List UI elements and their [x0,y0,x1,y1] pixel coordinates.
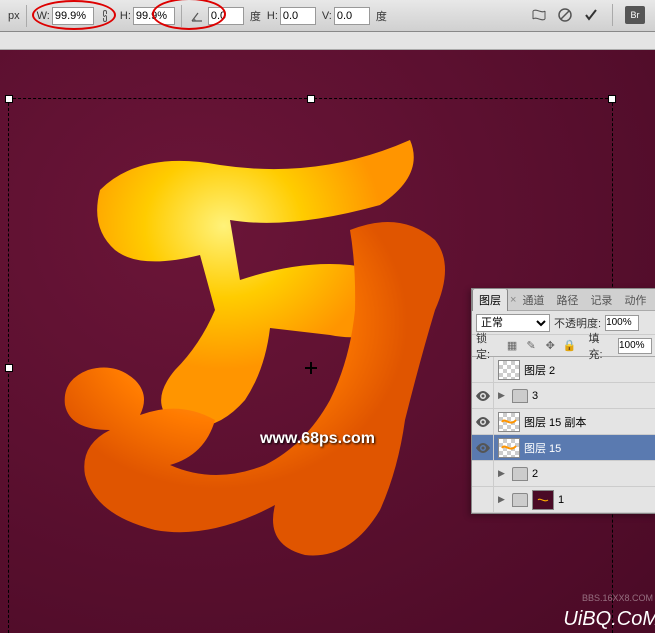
layer-group-row[interactable]: ▶2 [472,461,655,487]
hskew-input[interactable] [280,7,316,25]
anchor-label: px [8,10,20,22]
opacity-label: 不透明度: [554,315,601,331]
layer-thumb [498,360,520,380]
visibility-toggle[interactable] [472,383,494,409]
warp-icon[interactable] [530,6,548,24]
transform-handle[interactable] [5,95,13,103]
options-bar: px W: H: 度 H: V: 度 Br [0,0,655,32]
tab-paths[interactable]: 路径 [550,289,584,311]
layers-panel: 图层 × 通道 路径 记录 动作 正常 不透明度: 锁定: ▦ ✎ ✥ 🔒 填充… [471,288,655,514]
layer-name[interactable]: 3 [532,390,538,402]
layer-thumb [532,490,554,510]
layer-name[interactable]: 图层 15 副本 [524,414,586,430]
layer-name[interactable]: 2 [532,468,538,480]
visibility-toggle[interactable] [472,487,494,513]
watermark: www.68ps.com [260,430,375,448]
commit-icon[interactable] [582,6,600,24]
layer-name[interactable]: 1 [558,494,564,506]
layer-group-row[interactable]: ▶1 [472,487,655,513]
width-label: W: [37,10,50,22]
separator [612,4,613,26]
tab-channels[interactable]: 通道 [516,289,550,311]
layers-list: 图层 2▶3图层 15 副本图层 15▶2▶1 [472,357,655,513]
ruler-horizontal [0,32,655,50]
disclosure-icon[interactable]: ▶ [498,468,508,479]
cancel-icon[interactable] [556,6,574,24]
watermark: BBS.16XX8.COM [582,593,653,603]
folder-icon [512,389,528,403]
transform-handle[interactable] [307,95,315,103]
width-input[interactable] [52,7,94,25]
lock-transparency-icon[interactable]: ▦ [505,339,518,353]
layer-row[interactable]: 图层 15 副本 [472,409,655,435]
transform-handle[interactable] [608,95,616,103]
layer-thumb [498,412,520,432]
visibility-toggle[interactable] [472,435,494,461]
angle-input[interactable] [208,7,244,25]
layer-row[interactable]: 图层 15 [472,435,655,461]
separator [181,5,182,27]
separator [26,5,27,27]
lock-all-icon[interactable]: 🔒 [563,339,577,353]
lock-position-icon[interactable]: ✥ [544,339,557,353]
folder-icon [512,467,528,481]
disclosure-icon[interactable]: ▶ [498,390,508,401]
fill-label: 填充: [589,330,612,362]
fill-input[interactable] [618,338,652,354]
layer-name[interactable]: 图层 15 [524,440,561,456]
link-icon[interactable] [96,7,114,25]
layer-name[interactable]: 图层 2 [524,362,555,378]
hskew-label: H: [267,10,278,22]
watermark: UiBQ.CoM [563,608,655,631]
visibility-toggle[interactable] [472,357,494,383]
vskew-input[interactable] [334,7,370,25]
vskew-unit: 度 [376,8,387,24]
tab-history[interactable]: 记录 [584,289,618,311]
transform-center[interactable] [305,362,317,374]
tab-layers[interactable]: 图层 [472,288,508,311]
panel-tabs: 图层 × 通道 路径 记录 动作 [472,289,655,311]
vskew-label: V: [322,10,332,22]
height-input[interactable] [133,7,175,25]
layer-row[interactable]: 图层 2 [472,357,655,383]
disclosure-icon[interactable]: ▶ [498,494,508,505]
angle-icon [188,7,206,25]
angle-unit: 度 [250,8,261,24]
layer-thumb [498,438,520,458]
height-label: H: [120,10,131,22]
transform-handle[interactable] [5,364,13,372]
visibility-toggle[interactable] [472,409,494,435]
layer-group-row[interactable]: ▶3 [472,383,655,409]
folder-icon [512,493,528,507]
tab-actions[interactable]: 动作 [618,289,652,311]
visibility-toggle[interactable] [472,461,494,487]
brush-preset-icon[interactable]: Br [625,6,645,24]
opacity-input[interactable] [605,315,639,331]
lock-pixels-icon[interactable]: ✎ [525,339,538,353]
